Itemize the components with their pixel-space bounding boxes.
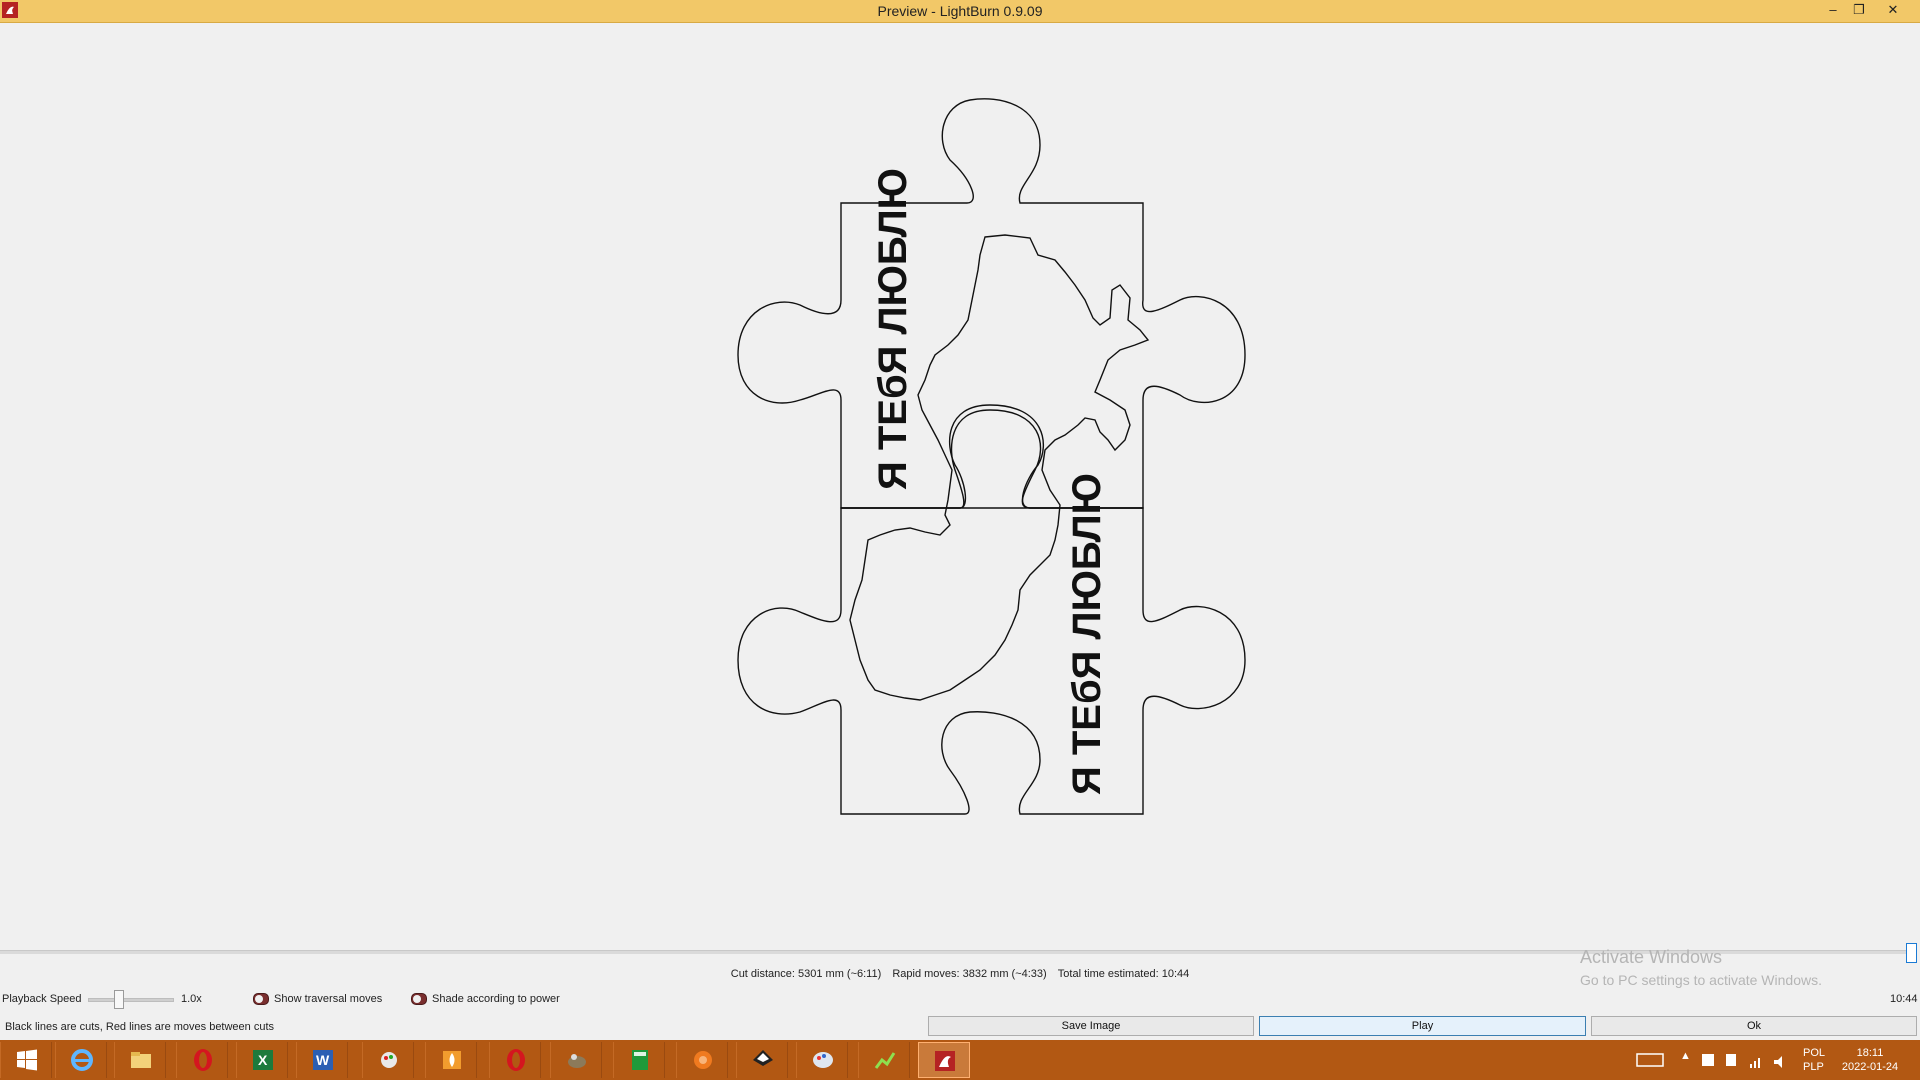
- gimp-icon: [568, 1054, 586, 1068]
- opera-icon: [194, 1049, 212, 1071]
- taskbar-explorer[interactable]: [114, 1042, 166, 1078]
- playback-progress-handle[interactable]: [1906, 943, 1917, 963]
- window-title: Preview - LightBurn 0.9.09: [877, 3, 1043, 19]
- ok-button[interactable]: Ok: [1591, 1016, 1917, 1036]
- language-indicator[interactable]: POL PLP: [1803, 1046, 1825, 1074]
- playback-speed-slider-thumb[interactable]: [114, 990, 124, 1009]
- top-piece-text: Я ТЕбЯ ЛЮБЛЮ: [871, 168, 915, 490]
- taskbar-word[interactable]: W: [296, 1042, 348, 1078]
- taskbar-lightburn[interactable]: [918, 1042, 970, 1078]
- svg-text:X: X: [258, 1052, 268, 1068]
- clock-date: 2022-01-24: [1841, 1061, 1899, 1073]
- orange-app-icon: [694, 1051, 712, 1069]
- rapid-moves: Rapid moves: 3832 mm (~4:33): [892, 968, 1047, 980]
- word-icon: W: [313, 1050, 333, 1070]
- taskbar-flame-app[interactable]: [425, 1042, 477, 1078]
- taskbar-calculator[interactable]: [613, 1042, 665, 1078]
- taskbar-inkscape[interactable]: [736, 1042, 788, 1078]
- preview-canvas[interactable]: Я ТЕбЯ ЛЮБЛЮ Я ТЕбЯ ЛЮБЛЮ: [0, 23, 1920, 948]
- file-explorer-icon: [131, 1052, 151, 1068]
- save-image-button[interactable]: Save Image: [928, 1016, 1254, 1036]
- activate-windows-title: Activate Windows: [1580, 947, 1723, 967]
- show-traversal-toggle[interactable]: [253, 993, 269, 1005]
- svg-text:W: W: [316, 1052, 330, 1068]
- taskbar-gimp[interactable]: [550, 1042, 602, 1078]
- flame-app-icon: [443, 1051, 461, 1069]
- puzzle-piece-top: [737, 98, 1246, 509]
- taskbar-paint[interactable]: [362, 1042, 414, 1078]
- shade-power-toggle[interactable]: [411, 993, 427, 1005]
- taskbar-ie[interactable]: [55, 1042, 107, 1078]
- playback-speed-label: Playback Speed: [2, 993, 82, 1005]
- legend-hint: Black lines are cuts, Red lines are move…: [5, 1021, 275, 1033]
- battery-icon: [1726, 1054, 1736, 1066]
- palette-app-icon: [813, 1052, 833, 1068]
- restore-button[interactable]: ❐: [1846, 0, 1872, 20]
- clock-time: 18:11: [1856, 1047, 1884, 1059]
- start-button[interactable]: [0, 1042, 52, 1078]
- tray-expand-icon[interactable]: ▲: [1680, 1050, 1691, 1062]
- puzzle-piece-bottom: [737, 409, 1246, 815]
- total-time: Total time estimated: 10:44: [1057, 968, 1190, 980]
- title-bar: Preview - LightBurn 0.9.09 – ❐ ✕: [0, 0, 1920, 23]
- lightburn-icon: [935, 1051, 955, 1071]
- opera-icon: [507, 1049, 525, 1071]
- taskbar-orange-app[interactable]: [676, 1042, 728, 1078]
- tray-icons: [1702, 1054, 1782, 1068]
- activate-windows-subtitle: Go to PC settings to activate Windows.: [1580, 972, 1822, 988]
- playback-speed-slider[interactable]: [88, 998, 174, 1002]
- shade-power-label: Shade according to power: [432, 993, 560, 1005]
- excel-icon: X: [253, 1050, 273, 1070]
- paint-icon: [381, 1052, 397, 1068]
- playback-speed-value: 1.0x: [181, 993, 202, 1005]
- minimize-button[interactable]: –: [1820, 0, 1846, 20]
- taskbar-palette-app[interactable]: [796, 1042, 848, 1078]
- close-button[interactable]: ✕: [1880, 0, 1906, 20]
- keyboard-icon[interactable]: [1636, 1040, 1664, 1080]
- graph-app-icon: [874, 1052, 896, 1069]
- inkscape-icon: [753, 1050, 773, 1066]
- action-center-icon: [1702, 1054, 1714, 1066]
- taskbar-graph-app[interactable]: [858, 1042, 910, 1078]
- keyboard-layout: PLP: [1803, 1061, 1824, 1073]
- language-code: POL: [1803, 1047, 1826, 1059]
- volume-icon: [1774, 1056, 1782, 1068]
- taskbar-opera-2[interactable]: [489, 1042, 541, 1078]
- signal-icon: [1750, 1058, 1760, 1068]
- ie-icon: [71, 1049, 93, 1071]
- cut-distance: Cut distance: 5301 mm (~6:11): [730, 968, 882, 980]
- bottom-piece-text: Я ТЕбЯ ЛЮБЛЮ: [1065, 473, 1109, 795]
- clock[interactable]: 18:11 2022-01-24: [1840, 1046, 1900, 1074]
- windows-start-icon: [17, 1049, 37, 1071]
- calculator-icon: [632, 1050, 648, 1070]
- taskbar-excel[interactable]: X: [236, 1042, 288, 1078]
- time-readout: 10:44: [1890, 993, 1918, 1005]
- taskbar-opera[interactable]: [176, 1042, 228, 1078]
- show-traversal-label: Show traversal moves: [274, 993, 383, 1005]
- play-button[interactable]: Play: [1259, 1016, 1586, 1036]
- taskbar: X W: [0, 1040, 1920, 1080]
